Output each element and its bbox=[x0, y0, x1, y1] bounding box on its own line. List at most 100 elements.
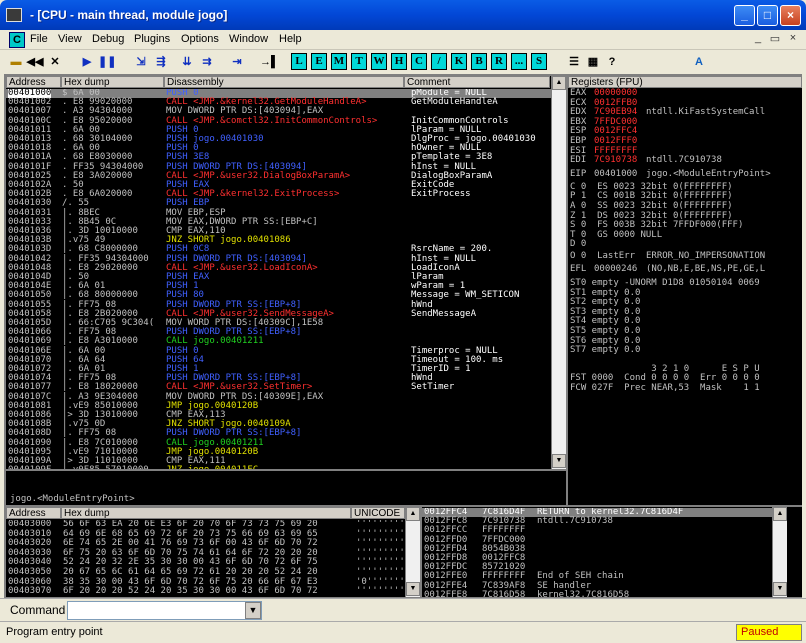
dump-address: 00403050 bbox=[8, 567, 52, 577]
memory-button[interactable]: M bbox=[331, 53, 347, 70]
menu-options[interactable]: Options bbox=[181, 33, 219, 45]
stack-scrollbar[interactable]: ▲ ▼ bbox=[772, 507, 787, 597]
dump-row[interactable]: 00403070 6F 20 20 20 52 24 20 35 30 30 00… bbox=[6, 586, 405, 597]
cpu-button[interactable]: C bbox=[411, 53, 427, 70]
step-into-icon[interactable]: ⇲ bbox=[132, 53, 150, 71]
dump-hex: 20 67 65 6C 61 64 65 69 72 61 20 20 20 5… bbox=[63, 567, 318, 577]
pause-icon[interactable]: ❚❚ bbox=[98, 53, 116, 71]
window-title: - [CPU - main thread, module jogo] bbox=[30, 8, 228, 22]
scroll-up-icon[interactable]: ▲ bbox=[552, 76, 566, 90]
menu-debug[interactable]: Debug bbox=[92, 33, 124, 45]
status-text: Program entry point bbox=[6, 626, 103, 638]
registers-pane[interactable]: Registers (FPU) EAX 00000000 ECX 0012FFB0 ED… bbox=[568, 76, 802, 505]
command-input[interactable] bbox=[67, 601, 262, 620]
col-address-header[interactable]: Address bbox=[6, 76, 61, 88]
stack-row[interactable]: 0012FFE0 FFFFFFFF End of SEH chain bbox=[422, 572, 772, 581]
log-window-button[interactable]: L bbox=[291, 53, 307, 70]
execute-till-return-icon[interactable]: ⇥ bbox=[228, 53, 246, 71]
dump-scrollbar[interactable]: ▲ ▼ bbox=[405, 507, 420, 597]
patches-button[interactable]: / bbox=[431, 53, 447, 70]
menu-help[interactable]: Help bbox=[279, 33, 302, 45]
references-button[interactable]: R bbox=[491, 53, 507, 70]
dump-list[interactable]: 00403000 56 6F 63 EA 20 6E E3 6F 20 70 6F… bbox=[6, 520, 405, 597]
efl-name: EFL bbox=[570, 264, 587, 274]
disasm-row[interactable]: 0040109F |.v0F85 57010000 JNZ jogo.004011F… bbox=[6, 465, 551, 469]
stack-comment: kernel32.7C816D58 bbox=[537, 589, 630, 597]
command-dropdown-icon[interactable]: ▼ bbox=[245, 602, 261, 619]
disasm-address: 0040109F bbox=[8, 465, 51, 469]
dump-hex-header[interactable]: Hex dump bbox=[61, 507, 351, 519]
menu-plugins[interactable]: Plugins bbox=[134, 33, 170, 45]
help-icon[interactable]: ? bbox=[603, 53, 621, 71]
stack-row[interactable]: 0012FFCC FFFFFFFF bbox=[422, 526, 772, 535]
toolbar: ▬ ◀◀ ✕ ▶ ❚❚ ⇲ ⇶ ⇊ ⇉ ⇥ →▌ L E M T W H C /… bbox=[0, 50, 806, 74]
register-name: EAX bbox=[570, 88, 587, 98]
call-stack-button[interactable]: K bbox=[451, 53, 467, 70]
trace-into-icon[interactable]: ⇊ bbox=[178, 53, 196, 71]
title-bar[interactable]: - [CPU - main thread, module jogo] _ □ × bbox=[0, 0, 806, 30]
dump-unicode-header[interactable]: UNICODE bbox=[351, 507, 405, 519]
minimize-button[interactable]: _ bbox=[734, 5, 755, 26]
scroll-down-icon[interactable]: ▼ bbox=[552, 454, 566, 468]
stack-scroll-down-icon[interactable]: ▼ bbox=[773, 582, 787, 596]
cpu-window-icon[interactable]: C bbox=[9, 32, 25, 48]
windows-button[interactable]: W bbox=[371, 53, 387, 70]
step-over-icon[interactable]: ⇶ bbox=[152, 53, 170, 71]
close-button[interactable]: × bbox=[780, 5, 801, 26]
menu-view[interactable]: View bbox=[58, 33, 82, 45]
stack-list[interactable]: 0012FFC4 7C816D4F RETURN to kernel32.7C816… bbox=[422, 508, 772, 597]
eip-comment: jogo.<ModuleEntryPoint> bbox=[646, 168, 771, 179]
dump-pane[interactable]: Address Hex dump UNICODE 00403000 56 6F 6… bbox=[6, 507, 420, 597]
threads-button[interactable]: T bbox=[351, 53, 367, 70]
disassembly-pane[interactable]: Address Hex dump Disassembly Comment 004… bbox=[6, 76, 566, 469]
mdi-restore-icon[interactable]: ▭ bbox=[767, 32, 783, 47]
disasm-scrollbar[interactable]: ▲ ▼ bbox=[551, 76, 566, 469]
handles-button[interactable]: H bbox=[391, 53, 407, 70]
stack-pane[interactable]: 0012FFC4 7C816D4F RETURN to kernel32.7C816… bbox=[422, 507, 802, 597]
disassembly-list[interactable]: 00401000 $ 6A 00 PUSH 0 pModule = NULL 00401… bbox=[6, 89, 551, 469]
ollydbg-logo-icon[interactable]: A bbox=[690, 53, 708, 71]
dump-unicode: '''''''''' bbox=[356, 567, 405, 577]
dump-unicode: '''''''''' bbox=[356, 538, 405, 549]
col-disasm-header[interactable]: Disassembly bbox=[164, 76, 404, 88]
open-icon[interactable]: ▬ bbox=[7, 53, 25, 71]
trace-over-icon[interactable]: ⇉ bbox=[198, 53, 216, 71]
stack-row[interactable]: 0012FFC8 7C910738 ntdll.7C910738 bbox=[422, 516, 772, 526]
register-name: EDI bbox=[570, 155, 587, 166]
menu-file[interactable]: File bbox=[30, 33, 48, 45]
breakpoints-button[interactable]: B bbox=[471, 53, 487, 70]
mdi-minimize-icon[interactable]: _ bbox=[750, 32, 766, 47]
dump-hex: 6F 20 20 20 52 24 20 35 30 30 00 43 6F 6… bbox=[63, 586, 318, 597]
dump-address: 00403000 bbox=[8, 520, 52, 529]
dump-scroll-down-icon[interactable]: ▼ bbox=[406, 582, 420, 596]
modules-button[interactable]: E bbox=[311, 53, 327, 70]
source-button[interactable]: S bbox=[531, 53, 547, 70]
mdi-close-icon[interactable]: × bbox=[785, 32, 801, 47]
disasm-instruction: JNZ jogo.004011FC bbox=[166, 465, 258, 469]
grid-icon[interactable]: ▦ bbox=[584, 53, 602, 71]
maximize-button[interactable]: □ bbox=[757, 5, 778, 26]
registers-content[interactable]: EAX 00000000 ECX 0012FFB0 EDX 7C90EB94 ntdll.K… bbox=[568, 88, 802, 505]
stack-row[interactable]: 0012FFD4 8054B038 bbox=[422, 544, 772, 554]
dump-scroll-up-icon[interactable]: ▲ bbox=[406, 507, 420, 521]
register-value: 7C910738 bbox=[594, 155, 638, 166]
dump-address-header[interactable]: Address bbox=[6, 507, 61, 519]
rewind-icon[interactable]: ◀◀ bbox=[26, 53, 44, 71]
list-icon[interactable]: ☰ bbox=[565, 53, 583, 71]
disasm-row[interactable]: 00401025. E8 3A020000 CALL <JMP.&user32.D… bbox=[6, 171, 551, 181]
stack-row[interactable]: 0012FFE8 7C816D58 kernel32.7C816D58 bbox=[422, 589, 772, 597]
stack-row[interactable]: 0012FFD8 0012FFC8 bbox=[422, 553, 772, 563]
run-trace-button[interactable]: ... bbox=[511, 53, 527, 70]
register-value: 00000000 bbox=[594, 88, 638, 98]
run-icon[interactable]: ▶ bbox=[78, 53, 96, 71]
flag-line: D 0 bbox=[570, 239, 587, 250]
registers-header[interactable]: Registers (FPU) bbox=[568, 76, 802, 88]
menu-window[interactable]: Window bbox=[229, 33, 268, 45]
stack-row[interactable]: 0012FFD0 7FFDC000 bbox=[422, 535, 772, 545]
col-comment-header[interactable]: Comment bbox=[404, 76, 550, 88]
go-to-icon[interactable]: →▌ bbox=[260, 53, 279, 71]
stack-scroll-up-icon[interactable]: ▲ bbox=[773, 507, 787, 521]
close-program-icon[interactable]: ✕ bbox=[46, 53, 64, 71]
col-hex-header[interactable]: Hex dump bbox=[61, 76, 164, 88]
info-text: jogo.<ModuleEntryPoint> bbox=[10, 494, 135, 504]
